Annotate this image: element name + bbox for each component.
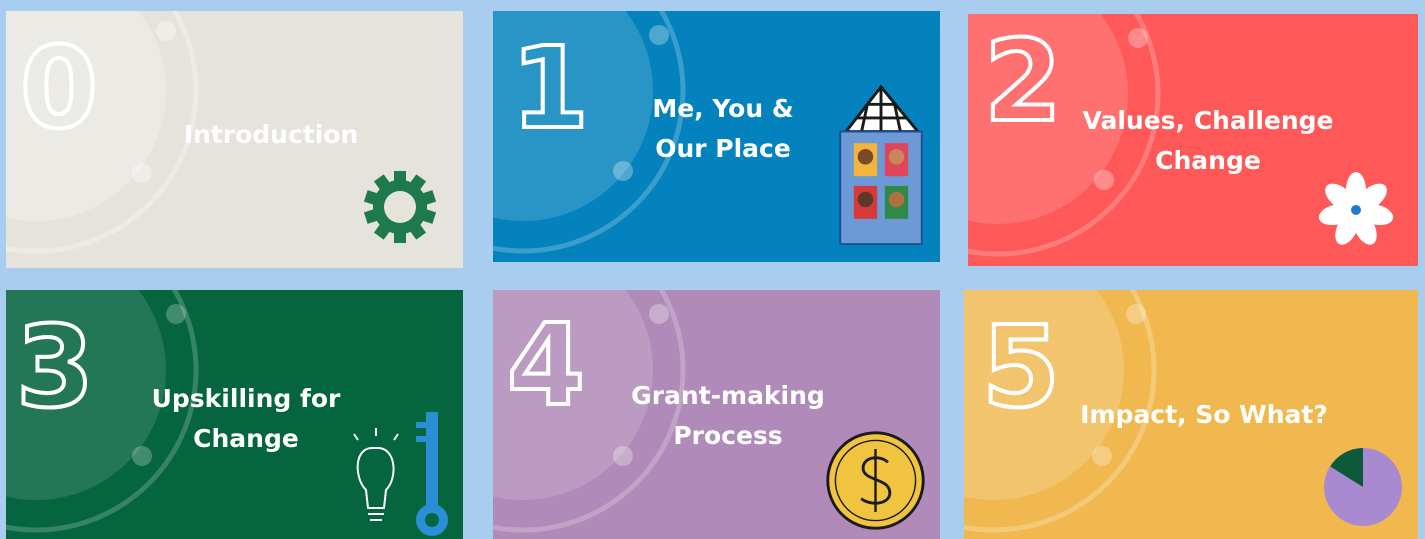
module-title: Upskilling for Change <box>116 379 376 459</box>
module-number: 1 <box>509 24 591 154</box>
module-card-impact-so-what[interactable]: 5 Impact, So What? <box>964 290 1418 539</box>
module-card-values-challenge-change[interactable]: 2 Values, Challenge Change <box>968 14 1418 266</box>
module-card-introduction[interactable]: 0 Introduction <box>6 11 463 268</box>
module-title: Values, Challenge Change <box>1068 101 1348 181</box>
module-title-line: Change <box>1155 146 1261 175</box>
module-number: 5 <box>980 303 1062 433</box>
module-title-line: Me, You & <box>652 94 794 123</box>
module-title-line: Values, Challenge <box>1082 106 1334 135</box>
module-card-upskilling-for-change[interactable]: 3 Upskilling for Change <box>6 290 463 539</box>
module-title-line: Change <box>193 424 299 453</box>
pie-chart-icon <box>1324 448 1402 526</box>
dollar-coin-icon <box>826 431 925 530</box>
module-card-me-you-our-place[interactable]: 1 Me, You & Our Place <box>493 11 940 262</box>
module-title-line: Upskilling for <box>151 384 341 413</box>
module-title-line: Our Place <box>655 134 791 163</box>
module-title-line: Grant-making <box>631 381 825 410</box>
module-title-line: Introduction <box>183 120 359 149</box>
module-number: 3 <box>14 303 96 433</box>
module-title-line: Process <box>673 421 783 450</box>
module-number: 0 <box>18 24 100 154</box>
lightbulb-key-icon <box>353 412 448 536</box>
module-number: 2 <box>982 17 1064 147</box>
module-number: 4 <box>505 301 587 431</box>
flower-icon <box>1318 172 1394 245</box>
module-title: Introduction <box>136 115 406 155</box>
module-title: Grant-making Process <box>603 376 853 456</box>
module-card-grant-making-process[interactable]: 4 Grant-making Process <box>493 290 940 539</box>
module-title: Impact, So What? <box>1064 395 1344 435</box>
module-title-line: Impact, So What? <box>1080 400 1328 429</box>
house-icon <box>839 84 923 246</box>
gear-icon <box>363 171 437 243</box>
module-title: Me, You & Our Place <box>603 89 843 169</box>
